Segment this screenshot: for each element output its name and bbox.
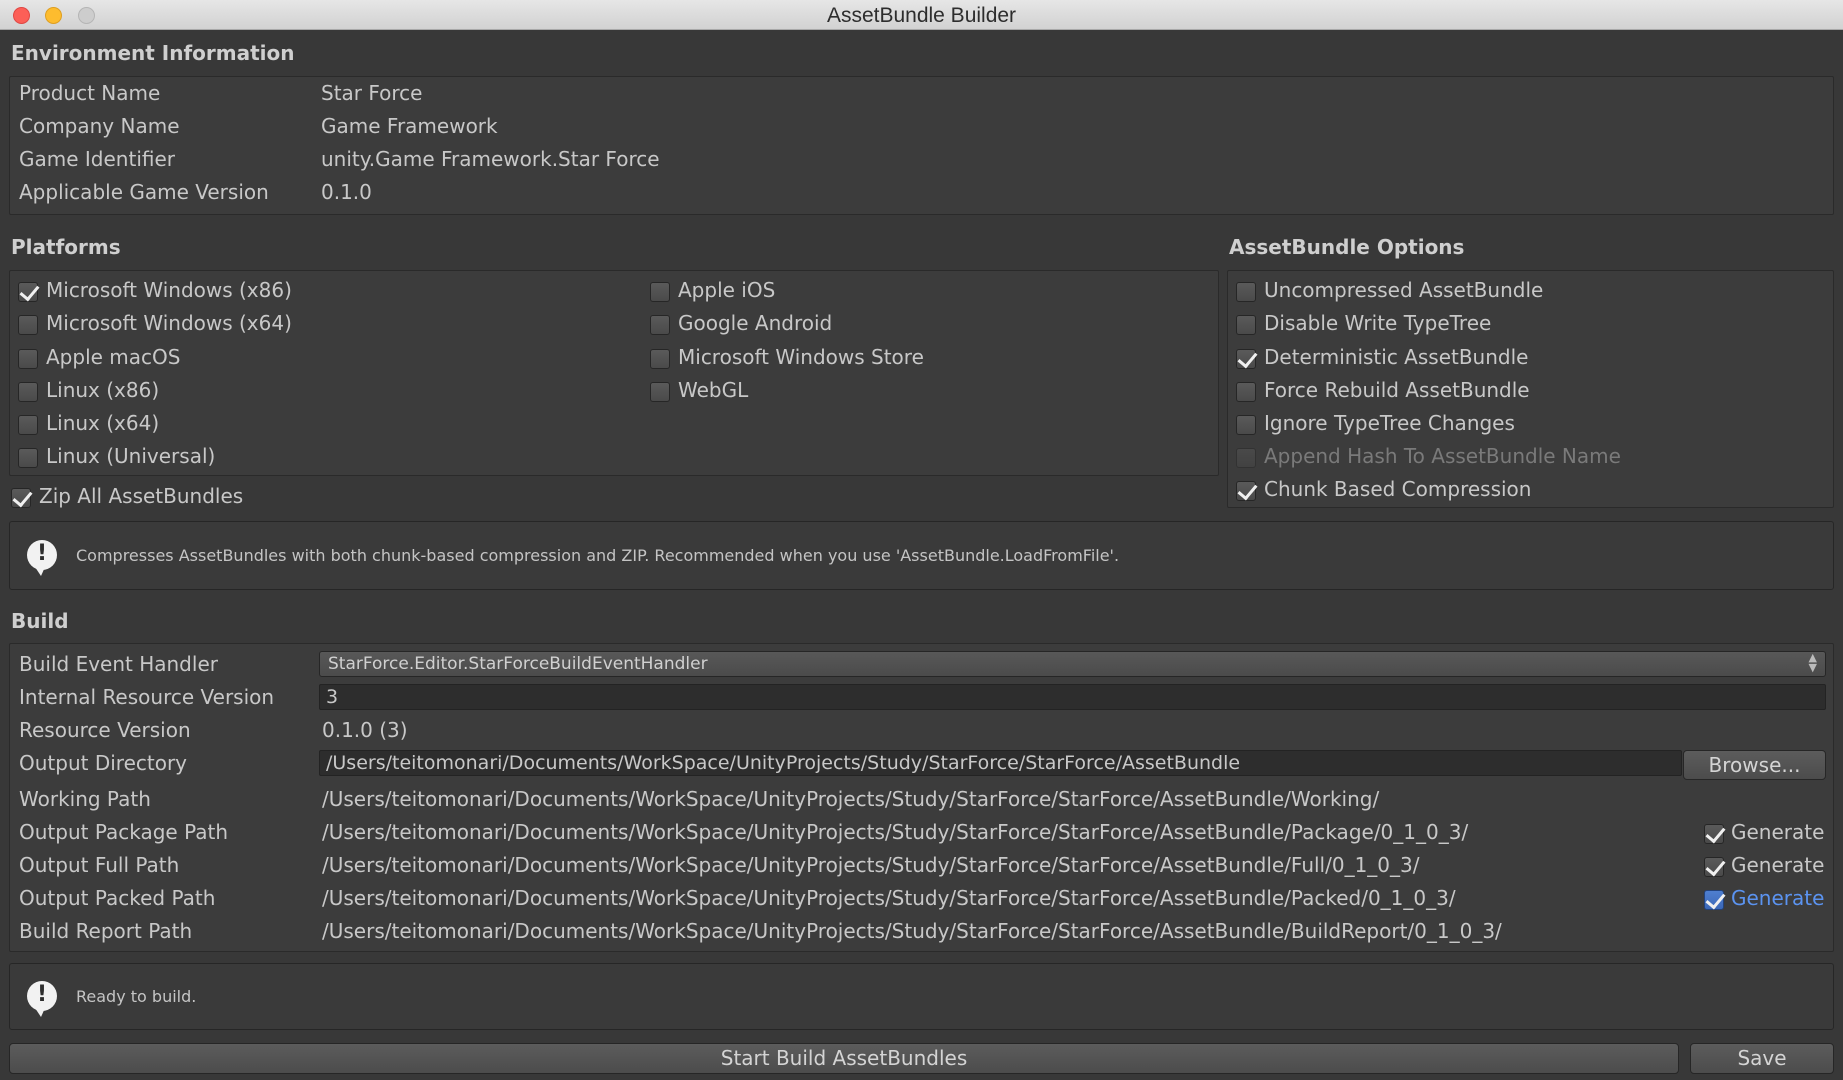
google-android-checkbox[interactable] [650,315,670,335]
working-path-value: /Users/teitomonari/Documents/WorkSpace/U… [322,787,1380,811]
output-package-path-label: Output Package Path [19,820,229,844]
info-icon [27,540,57,576]
deterministic-label[interactable]: Deterministic AssetBundle [1264,345,1528,369]
game-identifier-value: unity.Game Framework.Star Force [321,147,660,171]
google-android-label[interactable]: Google Android [678,311,832,335]
window-title: AssetBundle Builder [826,4,1017,27]
save-button[interactable]: Save [1690,1043,1834,1074]
output-packed-path-label: Output Packed Path [19,886,216,910]
build-event-handler-value: StarForce.Editor.StarForceBuildEventHand… [328,654,708,674]
build-event-handler-label: Build Event Handler [19,652,218,676]
apple-macos-checkbox[interactable] [18,349,38,369]
output-package-path-value: /Users/teitomonari/Documents/WorkSpace/U… [322,820,1469,844]
company-name-value: Game Framework [321,114,498,138]
platforms-section-title: Platforms [11,235,121,259]
output-packed-path-value: /Users/teitomonari/Documents/WorkSpace/U… [322,886,1456,910]
compression-help-text: Compresses AssetBundles with both chunk-… [76,546,1120,565]
apple-ios-label[interactable]: Apple iOS [678,278,775,302]
ignore-typetree-changes-label[interactable]: Ignore TypeTree Changes [1264,411,1515,435]
zip-all-checkbox[interactable] [11,488,31,508]
linux-x64-checkbox[interactable] [18,415,38,435]
full-generate-checkbox[interactable] [1704,857,1724,877]
status-text: Ready to build. [76,987,197,1006]
deterministic-checkbox[interactable] [1236,349,1256,369]
resource-version-label: Resource Version [19,718,191,742]
windows-x86-label[interactable]: Microsoft Windows (x86) [46,278,292,302]
game-version-label: Applicable Game Version [19,180,269,204]
options-panel: Uncompressed AssetBundle Disable Write T… [1227,270,1834,508]
company-name-label: Company Name [19,114,180,138]
status-help-box: Ready to build. [9,963,1834,1030]
platforms-panel: Microsoft Windows (x86) Microsoft Window… [9,270,1219,476]
chunk-based-compression-checkbox[interactable] [1236,481,1256,501]
linux-x64-label[interactable]: Linux (x64) [46,411,159,435]
package-generate-checkbox[interactable] [1704,824,1724,844]
output-full-path-label: Output Full Path [19,853,180,877]
environment-section-title: Environment Information [11,41,295,65]
environment-panel: Product Name Star Force Company Name Gam… [9,76,1834,215]
windows-x86-checkbox[interactable] [18,282,38,302]
uncompressed-label[interactable]: Uncompressed AssetBundle [1264,278,1543,302]
output-full-path-value: /Users/teitomonari/Documents/WorkSpace/U… [322,853,1420,877]
internal-resource-version-input[interactable]: 3 [319,684,1826,710]
ignore-typetree-changes-checkbox[interactable] [1236,415,1256,435]
disable-write-typetree-label[interactable]: Disable Write TypeTree [1264,311,1491,335]
linux-x86-label[interactable]: Linux (x86) [46,378,159,402]
build-event-handler-dropdown[interactable]: StarForce.Editor.StarForceBuildEventHand… [319,651,1826,677]
append-hash-checkbox [1236,448,1256,468]
product-name-value: Star Force [321,81,423,105]
browse-button[interactable]: Browse... [1683,750,1826,780]
output-directory-input[interactable]: /Users/teitomonari/Documents/WorkSpace/U… [319,750,1682,776]
chunk-based-compression-label[interactable]: Chunk Based Compression [1264,477,1531,501]
package-generate-label[interactable]: Generate [1731,820,1824,844]
game-identifier-label: Game Identifier [19,147,175,171]
zip-all-label[interactable]: Zip All AssetBundles [39,484,243,508]
webgl-label[interactable]: WebGL [678,378,748,402]
force-rebuild-label[interactable]: Force Rebuild AssetBundle [1264,378,1530,402]
compression-help-box: Compresses AssetBundles with both chunk-… [9,521,1834,590]
build-report-path-label: Build Report Path [19,919,193,943]
linux-universal-checkbox[interactable] [18,448,38,468]
options-section-title: AssetBundle Options [1229,235,1465,259]
apple-macos-label[interactable]: Apple macOS [46,345,180,369]
force-rebuild-checkbox[interactable] [1236,382,1256,402]
build-panel: Build Event Handler StarForce.Editor.Sta… [9,643,1834,952]
linux-universal-label[interactable]: Linux (Universal) [46,444,215,468]
product-name-label: Product Name [19,81,161,105]
internal-resource-version-label: Internal Resource Version [19,685,275,709]
packed-generate-label[interactable]: Generate [1731,886,1824,910]
dropdown-arrows-icon: ▲ ▼ [1808,651,1817,674]
windows-store-label[interactable]: Microsoft Windows Store [678,345,924,369]
webgl-checkbox[interactable] [650,382,670,402]
apple-ios-checkbox[interactable] [650,282,670,302]
windows-x64-label[interactable]: Microsoft Windows (x64) [46,311,292,335]
packed-generate-checkbox[interactable] [1704,890,1724,910]
disable-write-typetree-checkbox[interactable] [1236,315,1256,335]
windows-store-checkbox[interactable] [650,349,670,369]
title-bar: AssetBundle Builder [0,0,1843,30]
linux-x86-checkbox[interactable] [18,382,38,402]
resource-version-value: 0.1.0 (3) [322,718,408,742]
build-section-title: Build [11,609,69,633]
windows-x64-checkbox[interactable] [18,315,38,335]
working-path-label: Working Path [19,787,151,811]
uncompressed-checkbox[interactable] [1236,282,1256,302]
output-directory-label: Output Directory [19,751,188,775]
full-generate-label[interactable]: Generate [1731,853,1824,877]
start-build-button[interactable]: Start Build AssetBundles [9,1043,1679,1074]
append-hash-label: Append Hash To AssetBundle Name [1264,444,1621,468]
build-report-path-value: /Users/teitomonari/Documents/WorkSpace/U… [322,919,1502,943]
game-version-value: 0.1.0 [321,180,372,204]
info-icon [27,981,57,1017]
